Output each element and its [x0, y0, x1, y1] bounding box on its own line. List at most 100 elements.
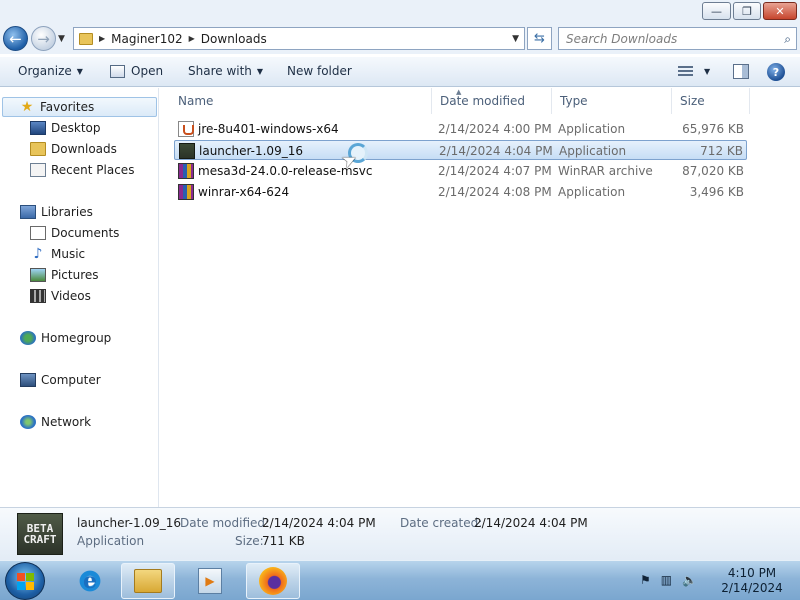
recent-pages-dropdown[interactable]: ▼ — [58, 34, 65, 44]
file-size: 712 KB — [700, 144, 743, 158]
back-button[interactable]: ← — [3, 26, 28, 51]
windows-logo-icon — [16, 572, 25, 581]
videos-icon — [30, 289, 46, 303]
breadcrumb-maginer102[interactable]: Maginer102 — [111, 32, 182, 46]
column-header-label: Type — [560, 94, 588, 108]
breadcrumb-downloads[interactable]: Downloads — [201, 32, 267, 46]
taskbar-windows-explorer[interactable] — [121, 563, 175, 599]
file-size: 87,020 KB — [682, 164, 744, 178]
table-row-selected[interactable]: launcher-1.09_16 2/14/2024 4:04 PM Appli… — [174, 140, 747, 160]
date-modified-label: Date modified: — [180, 516, 270, 530]
organize-button[interactable]: Organize ▼ — [18, 64, 83, 78]
sidebar-item-libraries[interactable]: Libraries — [20, 202, 93, 222]
downloads-folder-icon — [30, 142, 46, 156]
breadcrumb-separator-icon[interactable]: ▶ — [99, 34, 105, 43]
sidebar-item-computer[interactable]: Computer — [20, 370, 101, 390]
sidebar-item-label: Homegroup — [41, 331, 112, 345]
taskbar-firefox[interactable] — [246, 563, 300, 599]
column-header-label: Date modified — [440, 94, 526, 108]
close-button[interactable]: ✕ — [763, 2, 797, 20]
column-header-label: Size — [680, 94, 705, 108]
breadcrumb-separator-icon[interactable]: ▶ — [189, 34, 195, 43]
sidebar-item-network[interactable]: Network — [20, 412, 91, 432]
details-file-type: Application — [77, 534, 145, 548]
command-bar: Organize ▼ Open Share with ▼ New folder ▼ … — [0, 57, 800, 87]
file-size: 65,976 KB — [682, 122, 744, 136]
new-folder-button[interactable]: New folder — [287, 64, 352, 78]
navigation-pane: ★ Favorites Desktop Downloads Recent Plac… — [0, 88, 159, 507]
share-with-button[interactable]: Share with ▼ — [188, 64, 263, 78]
open-button[interactable]: Open — [110, 64, 163, 78]
sidebar-item-music[interactable]: ♪ Music — [30, 244, 86, 264]
sidebar-item-downloads[interactable]: Downloads — [30, 139, 117, 159]
sidebar-item-videos[interactable]: Videos — [30, 286, 91, 306]
share-with-label: Share with — [188, 64, 252, 78]
dropdown-arrow-icon: ▼ — [76, 66, 83, 76]
file-name: launcher-1.09_16 — [199, 144, 303, 158]
sidebar-item-label: Music — [51, 247, 86, 261]
sidebar-item-label: Recent Places — [51, 163, 135, 177]
network-status-icon[interactable]: ▥ — [661, 573, 672, 587]
dropdown-arrow-icon: ▼ — [256, 66, 264, 76]
taskbar-media-player[interactable]: ▶ — [183, 563, 237, 599]
forward-arrow-icon: → — [37, 29, 50, 48]
betacraft-logo-icon: BETA CRAFT — [17, 513, 63, 555]
file-list: ▲ Name Date modified Type Size jre-8u401… — [160, 88, 800, 507]
forward-button[interactable]: → — [31, 26, 56, 51]
open-label: Open — [131, 64, 164, 78]
change-view-icon[interactable] — [678, 66, 693, 77]
sidebar-item-recent-places[interactable]: Recent Places — [30, 160, 134, 180]
column-header-date-modified[interactable]: Date modified — [432, 88, 552, 114]
sidebar-item-pictures[interactable]: Pictures — [30, 265, 99, 285]
windows-logo-icon — [16, 581, 25, 590]
libraries-icon — [20, 205, 36, 219]
minimize-icon: — — [711, 4, 722, 18]
maximize-button[interactable]: ❐ — [733, 2, 761, 20]
search-input[interactable]: Search Downloads ⌕ — [558, 27, 797, 50]
column-header-type[interactable]: Type — [552, 88, 672, 114]
computer-icon — [20, 373, 36, 387]
sidebar-item-favorites[interactable]: ★ Favorites — [2, 97, 157, 117]
file-name: jre-8u401-windows-x64 — [198, 122, 339, 136]
music-icon: ♪ — [33, 246, 43, 262]
column-header-name[interactable]: Name — [170, 88, 432, 114]
address-dropdown-icon[interactable]: ▼ — [512, 34, 519, 44]
clock-date: 2/14/2024 — [721, 581, 783, 595]
size-value: 711 KB — [262, 534, 305, 548]
help-icon[interactable]: ? — [767, 63, 785, 81]
close-icon: ✕ — [775, 4, 785, 18]
column-header-label: Name — [178, 94, 214, 108]
sidebar-item-label: Documents — [51, 226, 120, 240]
table-row[interactable]: jre-8u401-windows-x64 2/14/2024 4:00 PM … — [174, 119, 747, 139]
taskbar: e ▶ ⚑ ▥ 🔈 4:10 PM 2/14/2024 — [0, 560, 800, 600]
sidebar-item-desktop[interactable]: Desktop — [30, 118, 101, 138]
preview-pane-icon[interactable] — [733, 64, 749, 79]
table-row[interactable]: mesa3d-24.0.0-release-msvc 2/14/2024 4:0… — [174, 161, 747, 181]
betacraft-icon — [179, 143, 195, 159]
media-player-icon: ▶ — [198, 568, 222, 594]
sidebar-item-label: Pictures — [51, 268, 99, 282]
taskbar-internet-explorer[interactable]: e — [63, 563, 117, 599]
search-icon[interactable]: ⌕ — [784, 32, 791, 47]
open-icon — [110, 64, 125, 78]
file-date: 2/14/2024 4:00 PM — [438, 122, 552, 136]
date-created-label: Date created: — [400, 516, 483, 530]
column-header-size[interactable]: Size — [672, 88, 750, 114]
sidebar-item-homegroup[interactable]: Homegroup — [20, 328, 111, 348]
action-center-flag-icon[interactable]: ⚑ — [640, 573, 651, 587]
table-row[interactable]: winrar-x64-624 2/14/2024 4:08 PM Applica… — [174, 182, 747, 202]
help-glyph: ? — [772, 65, 780, 79]
address-bar[interactable]: ▶ Maginer102 ▶ Downloads ▼ — [73, 27, 525, 50]
view-options-dropdown-icon[interactable]: ▼ — [704, 67, 710, 76]
organize-label: Organize — [18, 64, 72, 78]
system-clock[interactable]: 4:10 PM 2/14/2024 — [718, 566, 786, 596]
logo-line2: CRAFT — [23, 533, 57, 546]
sidebar-item-documents[interactable]: Documents — [30, 223, 119, 243]
minimize-button[interactable]: — — [702, 2, 731, 20]
date-created-value: 2/14/2024 4:04 PM — [474, 516, 588, 530]
refresh-button[interactable]: ⇆ — [527, 27, 552, 50]
volume-muted-icon[interactable]: 🔈 — [682, 573, 697, 587]
start-button[interactable] — [5, 562, 45, 600]
sidebar-item-label: Downloads — [51, 142, 117, 156]
pictures-icon — [30, 268, 46, 282]
